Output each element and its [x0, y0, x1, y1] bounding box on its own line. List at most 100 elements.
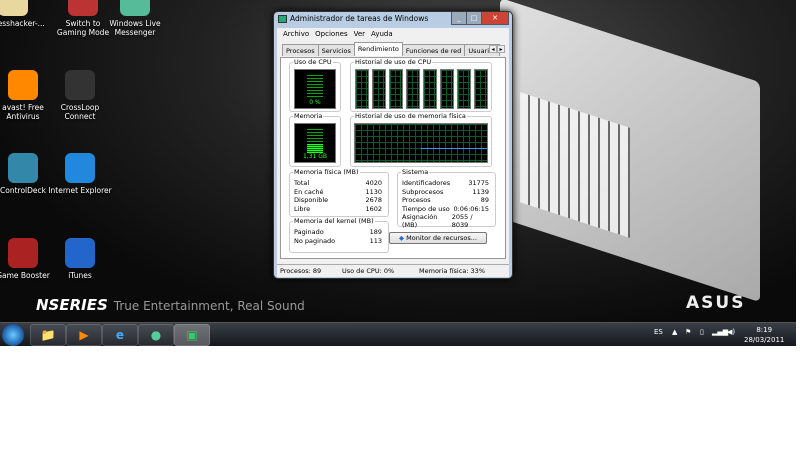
desktop-icon[interactable]: iTunes	[47, 238, 113, 280]
flag-icon[interactable]: ⚑	[685, 328, 691, 336]
cpu-history-label: Historial de uso de CPU	[354, 58, 433, 66]
kernel-row: Paginado 189	[294, 228, 382, 236]
row-label: Total	[294, 179, 310, 187]
shortcut-icon	[8, 70, 38, 100]
status-cpu: Uso de CPU: 0%	[342, 267, 395, 275]
desktop-icon-label: iTunes	[68, 271, 92, 280]
shortcut-icon	[68, 0, 98, 16]
shortcut-icon	[120, 0, 150, 16]
shortcut-icon	[65, 238, 95, 268]
tagline: True Entertainment, Real Sound	[113, 299, 305, 313]
row-value: 1139	[472, 187, 489, 196]
maximize-button[interactable]: □	[466, 12, 482, 25]
tab-rendimiento[interactable]: Rendimiento	[353, 42, 403, 56]
desktop-icon[interactable]: Windows Live Messenger	[102, 0, 168, 37]
row-value: 1602	[365, 204, 382, 213]
row-value: 0:06:06:15	[453, 204, 489, 213]
shortcut-icon	[8, 153, 38, 183]
tab-procesos[interactable]: Procesos	[282, 44, 319, 56]
desktop-icon-label: Internet Explorer	[48, 186, 112, 195]
messenger-taskbar-button[interactable]: ●	[138, 324, 174, 346]
memory-history-group: Historial de uso de memoria física	[350, 112, 492, 167]
explorer-taskbar-button[interactable]: 📁	[30, 324, 66, 346]
system-label: Sistema	[401, 168, 430, 176]
row-label: Asignación (MB)	[402, 213, 438, 229]
desktop-icon-label: processhacker-...	[0, 19, 45, 28]
row-value: 2055 / 8039	[451, 213, 473, 229]
cpu-core-history-graph	[389, 69, 403, 109]
physical-row: En caché 1130	[294, 188, 382, 196]
performance-content: Uso de CPU 0 % Historial de uso de CPU M…	[280, 57, 506, 259]
series-logo: NSERIES	[36, 296, 108, 314]
window-title: Administrador de tareas de Windows	[290, 14, 429, 23]
task-manager-taskbar-button[interactable]: ▣	[174, 324, 210, 346]
language-indicator[interactable]: ES	[654, 328, 663, 336]
shortcut-icon	[8, 238, 38, 268]
cpu-core-history-graph	[474, 69, 488, 109]
desktop-icon[interactable]: CrossLoop Connect	[47, 70, 113, 121]
memory-value: 1,31 GB	[302, 153, 328, 160]
clock[interactable]: 8:19 28/03/2011	[744, 325, 784, 345]
row-value: 189	[369, 228, 382, 236]
status-processes: Procesos: 89	[280, 267, 322, 275]
play-icon: ▶	[79, 328, 89, 342]
time: 8:19	[756, 326, 773, 334]
shield-icon: ◆	[399, 234, 405, 242]
cpu-core-history-graph	[372, 69, 386, 109]
task-manager-icon	[278, 15, 287, 23]
physical-row: Libre 1602	[294, 205, 382, 213]
cpu-core-history-graph	[355, 69, 369, 109]
row-label: Subprocesos	[402, 187, 444, 196]
row-label: Disponible	[294, 196, 329, 204]
row-value: 113	[369, 236, 382, 245]
close-button[interactable]: ✕	[481, 12, 509, 25]
cpu-core-history-graph	[440, 69, 454, 109]
cpu-history-group: Historial de uso de CPU	[350, 58, 492, 112]
status-bar: Procesos: 89 Uso de CPU: 0% Memoria físi…	[277, 264, 509, 277]
media-player-taskbar-button[interactable]: ▶	[66, 324, 102, 346]
tab-scroll-right[interactable]: ▸	[497, 45, 505, 53]
task-manager-icon: ▣	[186, 328, 198, 342]
menu-ver[interactable]: Ver	[354, 30, 365, 38]
tab-funciones-de-red[interactable]: Funciones de red	[401, 44, 466, 56]
ie-icon: e	[115, 328, 125, 342]
system-row: Tiempo de uso 0:06:06:15	[402, 205, 489, 213]
status-memory: Memoria física: 33%	[419, 267, 485, 275]
signal-icon[interactable]: ▂▄▆	[712, 328, 728, 336]
row-label: Identificadores	[402, 179, 451, 187]
menu-bar: Archivo Opciones Ver Ayuda	[277, 28, 509, 41]
asus-logo: ASUS	[686, 293, 746, 313]
tab-scroll-left[interactable]: ◂	[489, 45, 497, 53]
brand-text: NSERIES True Entertainment, Real Sound	[36, 296, 305, 314]
row-label: Paginado	[294, 228, 324, 236]
start-button[interactable]	[2, 324, 24, 346]
ie-taskbar-button[interactable]: e	[102, 324, 138, 346]
shortcut-icon	[65, 70, 95, 100]
menu-opciones[interactable]: Opciones	[315, 30, 347, 38]
menu-ayuda[interactable]: Ayuda	[371, 30, 393, 38]
tab-servicios[interactable]: Servicios	[317, 44, 355, 56]
cpu-usage-group: Uso de CPU 0 %	[289, 58, 341, 112]
row-label: En caché	[294, 187, 324, 196]
cpu-core-history-graph	[406, 69, 420, 109]
physical-row: Total 4020	[294, 179, 382, 187]
memory-history-graph	[354, 123, 488, 163]
physical-memory-group: Memoria física (MB) Total 4020 En caché 1130…	[289, 168, 389, 217]
row-value: 4020	[365, 179, 382, 187]
minimize-button[interactable]: _	[451, 12, 467, 25]
resource-monitor-button[interactable]: ◆ Monitor de recursos...	[389, 232, 487, 244]
desktop-icon[interactable]: Internet Explorer	[47, 153, 113, 195]
battery-icon[interactable]: ▯	[700, 328, 704, 336]
desktop-icon[interactable]: processhacker-...	[0, 0, 46, 28]
row-value: 89	[480, 196, 489, 204]
memory-group: Memoria 1,31 GB	[289, 112, 341, 167]
messenger-icon: ●	[150, 328, 162, 342]
show-hidden-icons[interactable]: ▲	[672, 328, 677, 336]
row-label: Tiempo de uso	[402, 204, 450, 213]
folder-icon: 📁	[40, 328, 56, 342]
shortcut-icon	[0, 0, 28, 16]
row-value: 1130	[365, 187, 382, 196]
volume-icon[interactable]: ◀)	[727, 328, 735, 336]
menu-archivo[interactable]: Archivo	[283, 30, 309, 38]
desktop-icon-label: Windows Live Messenger	[109, 19, 161, 37]
